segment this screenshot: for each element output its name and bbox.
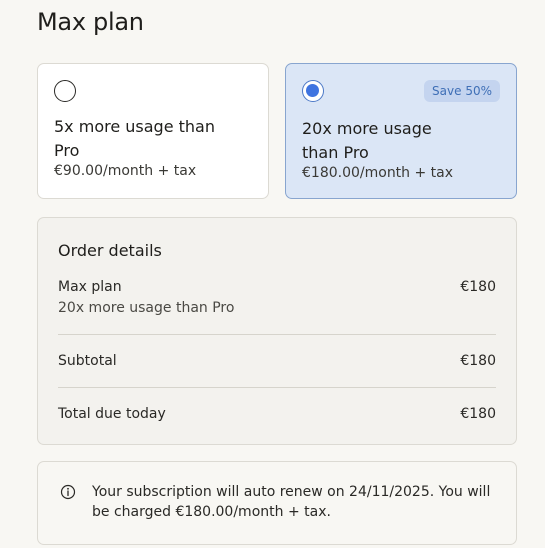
divider bbox=[58, 387, 496, 388]
auto-renew-notice: Your subscription will auto renew on 24/… bbox=[37, 461, 517, 545]
order-item-name: Max plan bbox=[58, 279, 122, 295]
order-item-description: 20x more usage than Pro bbox=[58, 300, 235, 316]
plan-name: 20x more usage than Pro bbox=[302, 119, 432, 162]
order-details-panel: Order details Max plan €180 20x more usa… bbox=[37, 217, 517, 445]
subtotal-label: Subtotal bbox=[58, 353, 117, 369]
radio-button-5x[interactable] bbox=[54, 80, 76, 102]
plan-price: €180.00/month + tax bbox=[302, 165, 454, 181]
page-title: Max plan bbox=[37, 8, 144, 36]
order-details-title: Order details bbox=[58, 241, 162, 260]
total-value: €180 bbox=[460, 406, 496, 422]
auto-renew-text: Your subscription will auto renew on 24/… bbox=[92, 484, 491, 520]
order-item-price: €180 bbox=[460, 279, 496, 295]
radio-button-20x[interactable] bbox=[302, 80, 324, 102]
plan-option-20x[interactable]: Save 50% 20x more usage than Pro €180.00… bbox=[285, 63, 517, 199]
info-icon bbox=[60, 484, 76, 500]
plan-option-5x[interactable]: 5x more usage than Pro €90.00/month + ta… bbox=[37, 63, 269, 199]
total-label: Total due today bbox=[58, 406, 166, 422]
plan-name: 5x more usage than Pro bbox=[54, 117, 215, 160]
plan-price: €90.00/month + tax bbox=[54, 163, 197, 179]
divider bbox=[58, 334, 496, 335]
save-badge: Save 50% bbox=[424, 80, 500, 102]
subtotal-value: €180 bbox=[460, 353, 496, 369]
